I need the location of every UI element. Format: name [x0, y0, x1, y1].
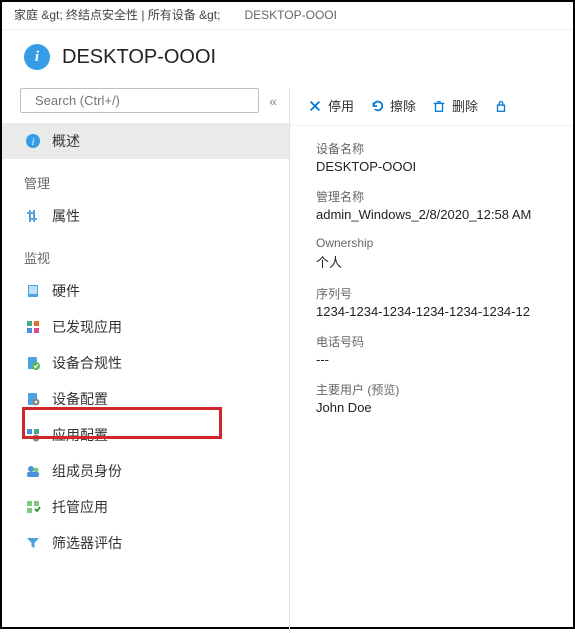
page-title: DESKTOP-OOOI	[62, 46, 216, 69]
managed-apps-icon	[24, 498, 42, 516]
toolbar-label: 擦除	[390, 96, 416, 115]
sidebar: « i 概述 管理 属性 监视 硬件 已发现应用	[2, 88, 290, 633]
field-label: 设备名称	[316, 140, 573, 157]
app-config-icon	[24, 426, 42, 444]
field-serial: 序列号 1234-1234-1234-1234-1234-1234-12	[316, 285, 573, 319]
svg-text:i: i	[32, 137, 35, 148]
field-phone: 电话号码 ---	[316, 333, 573, 367]
sidebar-item-label: 已发现应用	[52, 317, 122, 337]
field-label: 序列号	[316, 285, 573, 302]
delete-button[interactable]: 删除	[432, 96, 478, 115]
sidebar-item-overview[interactable]: i 概述	[2, 123, 289, 159]
sidebar-item-discovered-apps[interactable]: 已发现应用	[2, 309, 289, 345]
trash-icon	[432, 99, 446, 113]
toolbar-label: 停用	[328, 96, 354, 115]
properties-icon	[24, 207, 42, 225]
sidebar-item-filter-eval[interactable]: 筛选器评估	[2, 525, 289, 561]
sidebar-item-label: 概述	[52, 131, 80, 151]
sidebar-item-label: 属性	[52, 206, 80, 226]
sidebar-item-label: 托管应用	[52, 497, 108, 517]
lock-icon	[494, 99, 508, 113]
collapse-sidebar-button[interactable]: «	[265, 93, 281, 109]
sidebar-item-app-config[interactable]: 应用配置	[2, 417, 289, 453]
apps-icon	[24, 318, 42, 336]
field-value: DESKTOP-OOOI	[316, 159, 573, 174]
sidebar-item-group-membership[interactable]: 组成员身份	[2, 453, 289, 489]
info-icon: i	[24, 44, 50, 70]
toolbar: 停用 擦除 删除	[290, 88, 573, 126]
device-config-icon	[24, 390, 42, 408]
search-box[interactable]	[20, 88, 259, 113]
sidebar-item-hardware[interactable]: 硬件	[2, 273, 289, 309]
sidebar-item-properties[interactable]: 属性	[2, 198, 289, 234]
field-value: 个人	[316, 252, 573, 271]
sidebar-item-label: 应用配置	[52, 425, 108, 445]
sidebar-item-label: 设备配置	[52, 389, 108, 409]
field-label: Ownership	[316, 236, 573, 250]
toolbar-label: 删除	[452, 96, 478, 115]
sidebar-item-managed-apps[interactable]: 托管应用	[2, 489, 289, 525]
info-small-icon: i	[24, 132, 42, 150]
field-primary-user: 主要用户 (预览) John Doe	[316, 381, 573, 415]
field-value: 1234-1234-1234-1234-1234-1234-12	[316, 304, 573, 319]
sidebar-section-manage: 管理	[2, 159, 289, 198]
sidebar-item-label: 设备合规性	[52, 353, 122, 373]
disable-button[interactable]: 停用	[308, 96, 354, 115]
x-icon	[308, 99, 322, 113]
more-button[interactable]	[494, 99, 508, 113]
title-row: i DESKTOP-OOOI	[2, 30, 573, 88]
search-input[interactable]	[35, 93, 250, 108]
field-value: John Doe	[316, 400, 573, 415]
device-icon	[24, 282, 42, 300]
sidebar-item-label: 硬件	[52, 281, 80, 301]
field-value: admin_Windows_2/8/2020_12:58 AM	[316, 207, 573, 222]
field-device-name: 设备名称 DESKTOP-OOOI	[316, 140, 573, 174]
breadcrumb-path[interactable]: 家庭 &gt; 终结点安全性 | 所有设备 &gt;	[14, 6, 220, 23]
field-mgmt-name: 管理名称 admin_Windows_2/8/2020_12:58 AM	[316, 188, 573, 222]
field-label: 主要用户 (预览)	[316, 381, 573, 398]
compliance-icon	[24, 354, 42, 372]
sidebar-item-label: 组成员身份	[52, 461, 122, 481]
field-label: 管理名称	[316, 188, 573, 205]
sidebar-item-label: 筛选器评估	[52, 533, 122, 553]
wipe-button[interactable]: 擦除	[370, 96, 416, 115]
undo-icon	[370, 99, 384, 113]
breadcrumb-current[interactable]: DESKTOP-OOOI	[244, 8, 336, 22]
main-panel: 停用 擦除 删除 设备名称 DESKTOP-OOOI 管理名称 admin_Wi…	[290, 88, 573, 633]
breadcrumb: 家庭 &gt; 终结点安全性 | 所有设备 &gt; DESKTOP-OOOI	[2, 2, 573, 30]
sidebar-section-monitor: 监视	[2, 234, 289, 273]
field-label: 电话号码	[316, 333, 573, 350]
field-value: ---	[316, 352, 573, 367]
sidebar-item-device-config[interactable]: 设备配置	[2, 381, 289, 417]
group-icon	[24, 462, 42, 480]
filter-icon	[24, 534, 42, 552]
sidebar-item-device-compliance[interactable]: 设备合规性	[2, 345, 289, 381]
details-panel: 设备名称 DESKTOP-OOOI 管理名称 admin_Windows_2/8…	[290, 126, 573, 415]
field-ownership: Ownership 个人	[316, 236, 573, 271]
